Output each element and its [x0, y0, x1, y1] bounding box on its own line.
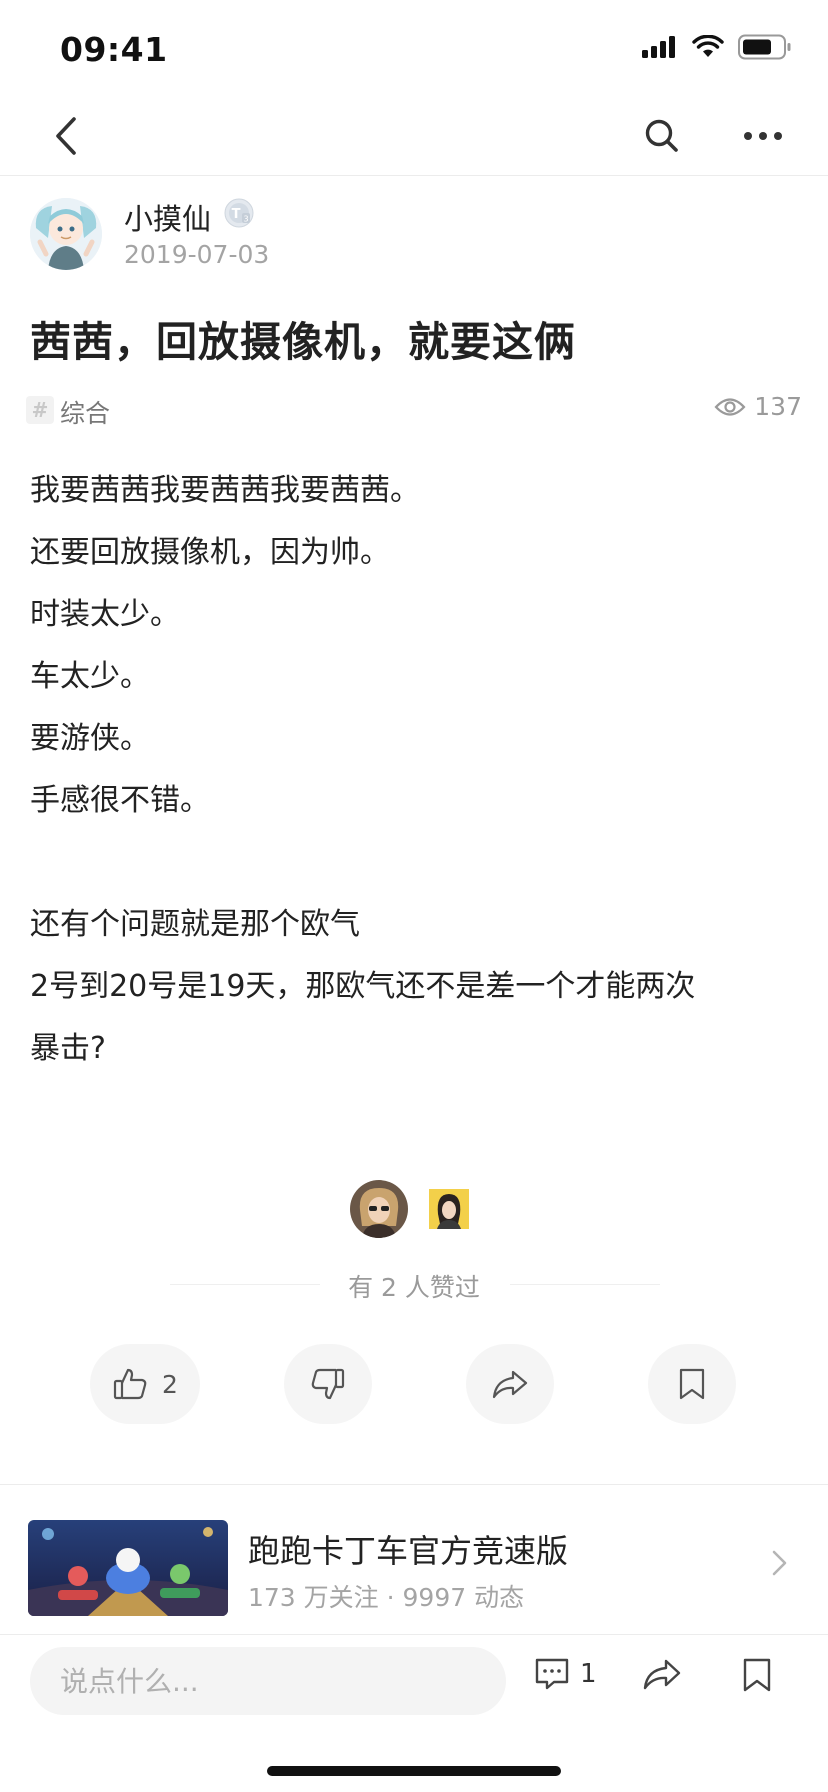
liker-avatar[interactable] — [350, 1180, 408, 1238]
search-button[interactable] — [640, 112, 684, 160]
wifi-icon — [692, 35, 724, 57]
like-button[interactable]: 2 — [90, 1344, 200, 1424]
cellular-signal-icon — [642, 36, 675, 58]
author-header: 小摸仙 T 3 2019-07-03 — [30, 196, 810, 276]
post-date: 2019-07-03 — [124, 240, 270, 269]
view-count: 137 — [714, 392, 802, 421]
circle-meta: 173 万关注 · 9997 动态 — [248, 1583, 525, 1612]
likes-summary-text: 有 2 人赞过 — [348, 1273, 480, 1302]
content-line: 我要茜茜我要茜茜我要茜茜。 — [30, 473, 420, 508]
bottom-bookmark-button[interactable] — [742, 1657, 772, 1697]
bookmark-icon — [743, 1658, 771, 1692]
liker-avatars — [0, 1180, 828, 1250]
bookmark-icon — [679, 1368, 705, 1400]
back-button[interactable] — [44, 110, 88, 162]
home-indicator — [267, 1766, 561, 1776]
post-title: 茜茜，回放摄像机，就要这俩 — [30, 318, 576, 366]
thumb-down-icon — [311, 1368, 345, 1400]
back-icon — [56, 117, 76, 155]
comment-button[interactable]: 1 — [534, 1657, 597, 1691]
share-button[interactable] — [466, 1344, 554, 1424]
level-badge: T 3 — [224, 198, 254, 228]
tag-row: # 综合 137 — [26, 390, 802, 430]
more-button[interactable] — [738, 112, 788, 160]
content-line: 时装太少。 — [30, 597, 180, 632]
share-icon — [492, 1370, 528, 1399]
bottom-bar: 1 — [0, 1634, 828, 1724]
share-icon — [643, 1659, 681, 1690]
search-icon — [645, 119, 678, 152]
status-bar: 09:41 — [0, 0, 828, 100]
bottom-share-button[interactable] — [642, 1657, 682, 1695]
liker-avatar[interactable] — [420, 1180, 478, 1238]
status-icons — [642, 34, 792, 60]
content-line: 要游侠。 — [30, 721, 150, 756]
bookmark-button[interactable] — [648, 1344, 736, 1424]
circle-name: 跑跑卡丁车官方竞速版 — [248, 1532, 569, 1570]
nav-bar — [0, 100, 828, 176]
svg-text:T: T — [232, 207, 241, 222]
content-line — [30, 832, 800, 894]
battery-icon — [738, 34, 791, 60]
likes-summary: 有 2 人赞过 — [0, 1264, 828, 1304]
content-line: 手感很不错。 — [30, 783, 210, 818]
topic-tag[interactable]: 综合 — [60, 394, 110, 430]
eye-icon — [714, 397, 746, 416]
author-name[interactable]: 小摸仙 — [124, 196, 211, 238]
chevron-right-icon — [772, 1550, 787, 1576]
svg-text:3: 3 — [243, 215, 248, 224]
content-line: 车太少。 — [30, 659, 150, 694]
content-line: 2号到20号是19天，那欧气还不是差一个才能两次 — [30, 969, 696, 1004]
content-line: 暴击? — [30, 1031, 106, 1066]
post-content: 我要茜茜我要茜茜我要茜茜。 还要回放摄像机，因为帅。 时装太少。 车太少。 要游… — [30, 460, 800, 1080]
action-row: 2 — [0, 1344, 828, 1426]
content-line: 还要回放摄像机，因为帅。 — [30, 535, 390, 570]
comment-input[interactable] — [30, 1647, 506, 1715]
thumb-up-icon — [113, 1368, 147, 1400]
circle-card[interactable]: 跑跑卡丁车官方竞速版 173 万关注 · 9997 动态 — [0, 1500, 828, 1626]
section-divider — [0, 1484, 828, 1485]
divider-line — [510, 1284, 660, 1285]
comment-count: 1 — [580, 1659, 597, 1689]
view-count-value: 137 — [754, 392, 802, 421]
like-count: 2 — [162, 1369, 178, 1399]
comment-icon — [535, 1658, 569, 1690]
circle-cover-image — [28, 1520, 228, 1616]
hash-icon: # — [26, 396, 54, 424]
dislike-button[interactable] — [284, 1344, 372, 1424]
status-time: 09:41 — [60, 30, 168, 69]
more-icon — [744, 132, 782, 140]
author-avatar[interactable] — [30, 198, 102, 270]
content-line: 还有个问题就是那个欧气 — [30, 907, 360, 942]
